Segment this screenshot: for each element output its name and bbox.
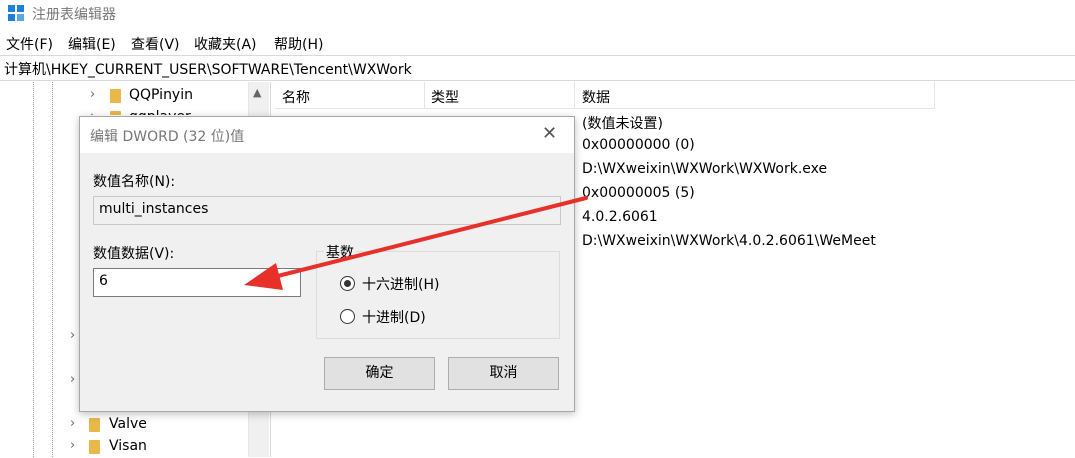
column-divider[interactable] xyxy=(424,82,425,108)
address-bar[interactable]: 计算机\HKEY_CURRENT_USER\SOFTWARE\Tencent\W… xyxy=(0,56,1075,81)
menu-edit[interactable]: 编辑(E) xyxy=(68,34,116,54)
radio-decimal-label[interactable]: 十进制(D) xyxy=(362,307,426,327)
dialog-title: 编辑 DWORD (32 位)值 xyxy=(90,129,245,145)
column-type[interactable]: 类型 xyxy=(431,87,459,107)
row-data[interactable]: 0x00000005 (5) xyxy=(582,185,695,201)
row-data[interactable]: D:\WXweixin\WXWork\WXWork.exe xyxy=(582,161,827,177)
tree-item-valve[interactable]: › Valve xyxy=(68,414,248,436)
tree-item-qqpinyin[interactable]: › QQPinyin xyxy=(88,85,248,107)
row-data[interactable]: (数值未设置) xyxy=(582,113,663,133)
edit-dword-dialog: 编辑 DWORD (32 位)值 ✕ 数值名称(N): multi_instan… xyxy=(79,116,575,412)
chevron-right-icon[interactable]: › xyxy=(70,438,75,453)
address-path[interactable]: 计算机\HKEY_CURRENT_USER\SOFTWARE\Tencent\W… xyxy=(4,59,412,79)
menu-help[interactable]: 帮助(H) xyxy=(274,34,323,54)
scroll-up-icon[interactable]: ▲ xyxy=(253,86,261,99)
dialog-titlebar[interactable]: 编辑 DWORD (32 位)值 ✕ xyxy=(80,117,574,153)
tree-item-visan[interactable]: › Visan xyxy=(68,436,248,458)
radio-hex-label[interactable]: 十六进制(H) xyxy=(362,274,439,294)
column-data[interactable]: 数据 xyxy=(582,87,610,107)
tree-item-label: Valve xyxy=(109,416,147,432)
chevron-right-icon[interactable]: › xyxy=(70,372,75,387)
close-icon[interactable]: ✕ xyxy=(542,123,557,144)
row-data[interactable]: 0x00000000 (0) xyxy=(582,137,695,153)
menu-view[interactable]: 查看(V) xyxy=(131,34,180,54)
chevron-right-icon[interactable]: › xyxy=(70,328,75,343)
column-divider[interactable] xyxy=(934,82,935,108)
chevron-right-icon[interactable]: › xyxy=(90,109,95,115)
folder-icon xyxy=(110,89,121,103)
tree-guide-line xyxy=(33,82,34,457)
value-name-field: multi_instances xyxy=(93,196,561,225)
tree-item-qqplayer[interactable]: › qqplayer xyxy=(88,107,248,115)
registry-icon xyxy=(8,5,24,21)
list-header: 名称 类型 数据 xyxy=(275,82,935,109)
menu-file[interactable]: 文件(F) xyxy=(6,34,53,54)
ok-button[interactable]: 确定 xyxy=(324,357,435,390)
base-label: 基数 xyxy=(324,242,356,262)
chevron-right-icon[interactable]: › xyxy=(70,416,75,431)
column-name[interactable]: 名称 xyxy=(282,87,310,107)
folder-icon xyxy=(89,418,100,432)
row-data[interactable]: D:\WXweixin\WXWork\4.0.2.6061\WeMeet xyxy=(582,233,876,249)
folder-icon xyxy=(89,440,100,454)
tree-item-label: QQPinyin xyxy=(129,87,193,103)
radio-decimal[interactable] xyxy=(340,309,355,324)
value-data-input[interactable]: 6 xyxy=(93,268,301,297)
value-data-text[interactable]: 6 xyxy=(99,273,108,289)
cancel-button[interactable]: 取消 xyxy=(448,357,559,390)
menu-favorites[interactable]: 收藏夹(A) xyxy=(194,34,257,54)
chevron-right-icon[interactable]: › xyxy=(90,87,95,102)
menu-bar: 文件(F) 编辑(E) 查看(V) 收藏夹(A) 帮助(H) xyxy=(0,31,1075,56)
tree-item-label: Visan xyxy=(109,438,147,454)
row-data[interactable]: 4.0.2.6061 xyxy=(582,209,658,225)
tree-guide-line xyxy=(52,82,53,457)
window-titlebar: 注册表编辑器 xyxy=(0,0,1075,28)
window-title: 注册表编辑器 xyxy=(32,7,116,23)
value-data-label: 数值数据(V): xyxy=(93,246,175,262)
base-groupbox xyxy=(316,251,560,339)
value-name-text: multi_instances xyxy=(99,201,209,217)
radio-hex[interactable] xyxy=(340,276,355,291)
tree-item-label: qqplayer xyxy=(129,109,191,115)
folder-icon xyxy=(110,111,121,115)
value-name-label: 数值名称(N): xyxy=(93,174,176,190)
column-divider[interactable] xyxy=(574,82,575,108)
